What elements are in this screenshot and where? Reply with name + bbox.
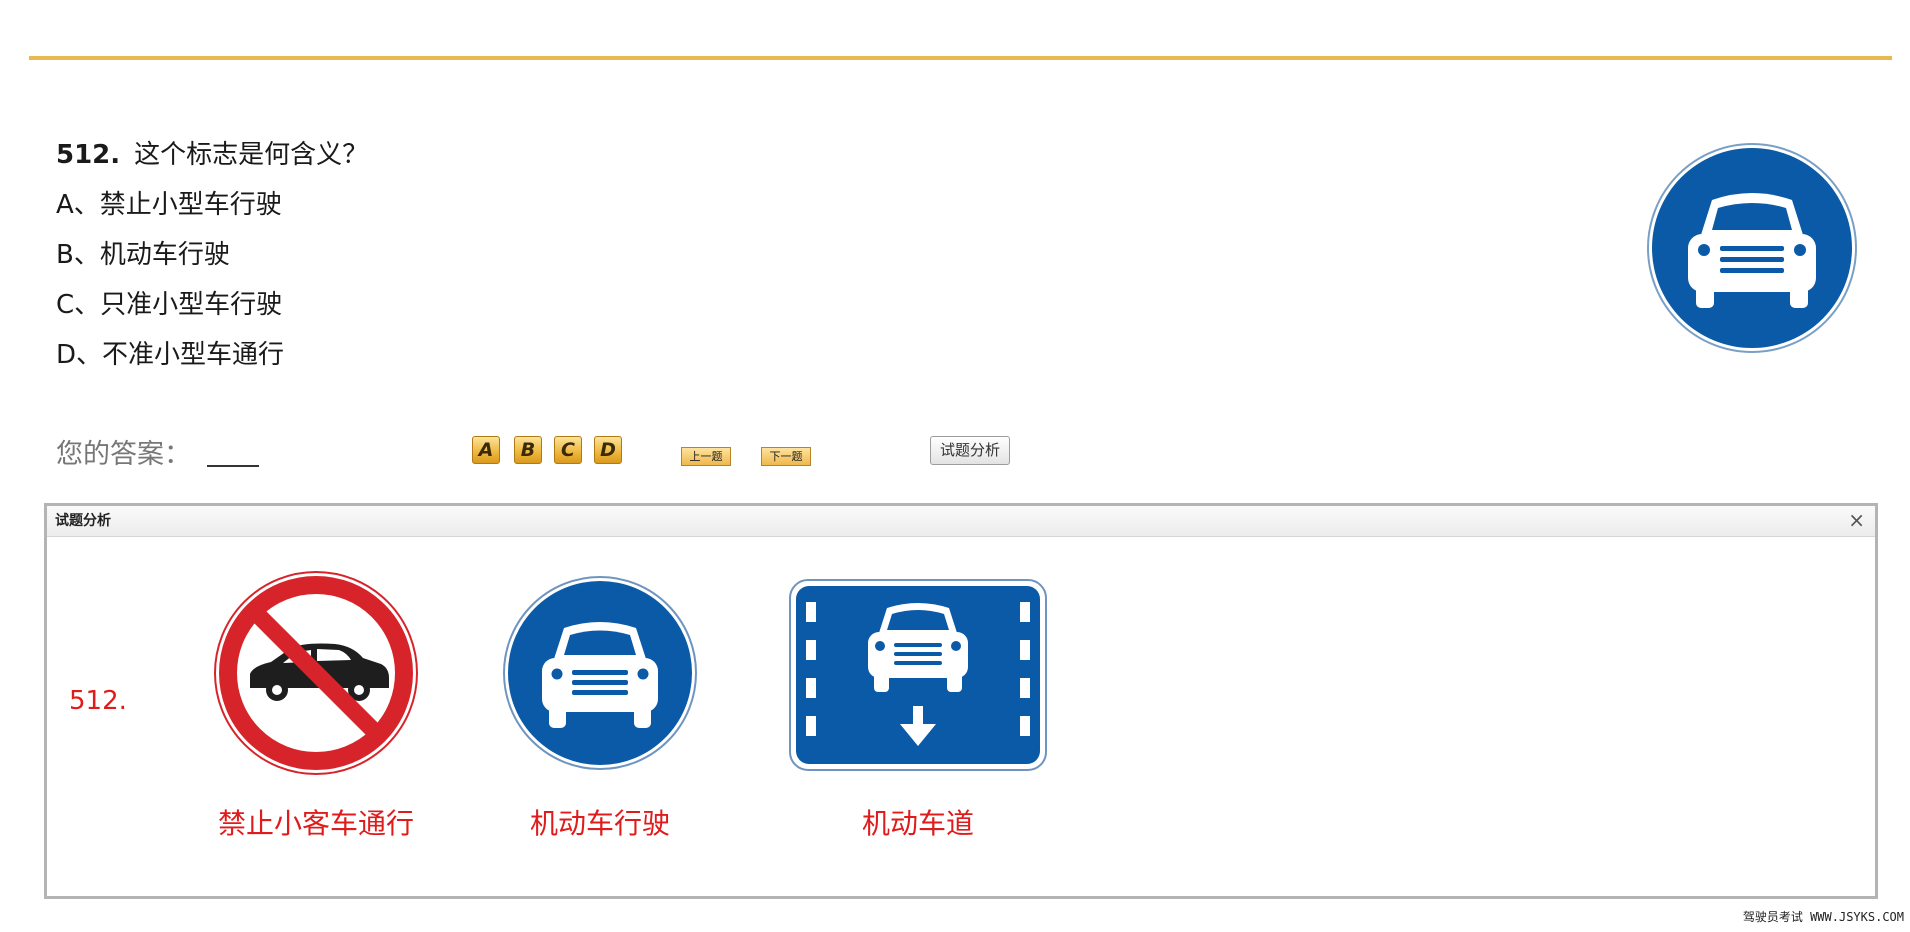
reference-sign-1-caption: 禁止小客车通行 — [217, 807, 414, 840]
site-watermark: 驾驶员考试 WWW.JSYKS.COM — [1742, 910, 1904, 924]
answer-blank — [207, 465, 259, 467]
analysis-dialog: 试题分析 × 512. 禁止小客车通行 机动车行驶 机动车道 — [44, 503, 1878, 899]
question-text: 这个标志是何含义？ — [134, 140, 369, 170]
motor-lane-sign-icon — [789, 579, 1047, 771]
reference-sign-3-caption: 机动车道 — [861, 807, 974, 840]
answer-button-c[interactable]: C — [554, 436, 582, 464]
reference-sign-2: 机动车行驶 — [500, 570, 700, 842]
question-sign-image — [1647, 143, 1857, 353]
header-divider — [29, 56, 1892, 60]
reference-sign-1: 禁止小客车通行 — [213, 570, 419, 842]
answer-button-b[interactable]: B — [514, 436, 542, 464]
option-c: C、只准小型车行驶 — [56, 290, 283, 320]
option-b: B、机动车行驶 — [56, 240, 230, 270]
reference-sign-2-caption: 机动车行驶 — [529, 807, 670, 840]
your-answer-label: 您的答案： — [56, 439, 191, 470]
option-a: A、禁止小型车行驶 — [56, 190, 282, 220]
no-car-sign-icon — [214, 571, 418, 775]
next-question-button[interactable]: 下一题 — [761, 447, 811, 466]
reference-sign-3: 机动车道 — [788, 570, 1048, 842]
answer-button-d[interactable]: D — [594, 436, 622, 464]
prev-question-button[interactable]: 上一题 — [681, 447, 731, 466]
question-number: 512. — [56, 140, 121, 170]
motor-vehicle-sign-icon — [503, 576, 697, 770]
analysis-button[interactable]: 试题分析 — [930, 436, 1010, 465]
dialog-titlebar: 试题分析 × — [47, 506, 1875, 537]
your-answer-row: 您的答案： — [56, 433, 259, 477]
reference-question-number: 512. — [69, 686, 127, 716]
close-icon[interactable]: × — [1848, 506, 1865, 534]
dialog-title: 试题分析 — [55, 513, 111, 529]
answer-button-a[interactable]: A — [472, 436, 500, 464]
question-block: 512. 这个标志是何含义？ A、禁止小型车行驶 B、机动车行驶 C、只准小型车行… — [56, 130, 368, 380]
question-stem: 512. 这个标志是何含义？ — [56, 130, 368, 180]
option-d: D、不准小型车通行 — [56, 340, 285, 370]
